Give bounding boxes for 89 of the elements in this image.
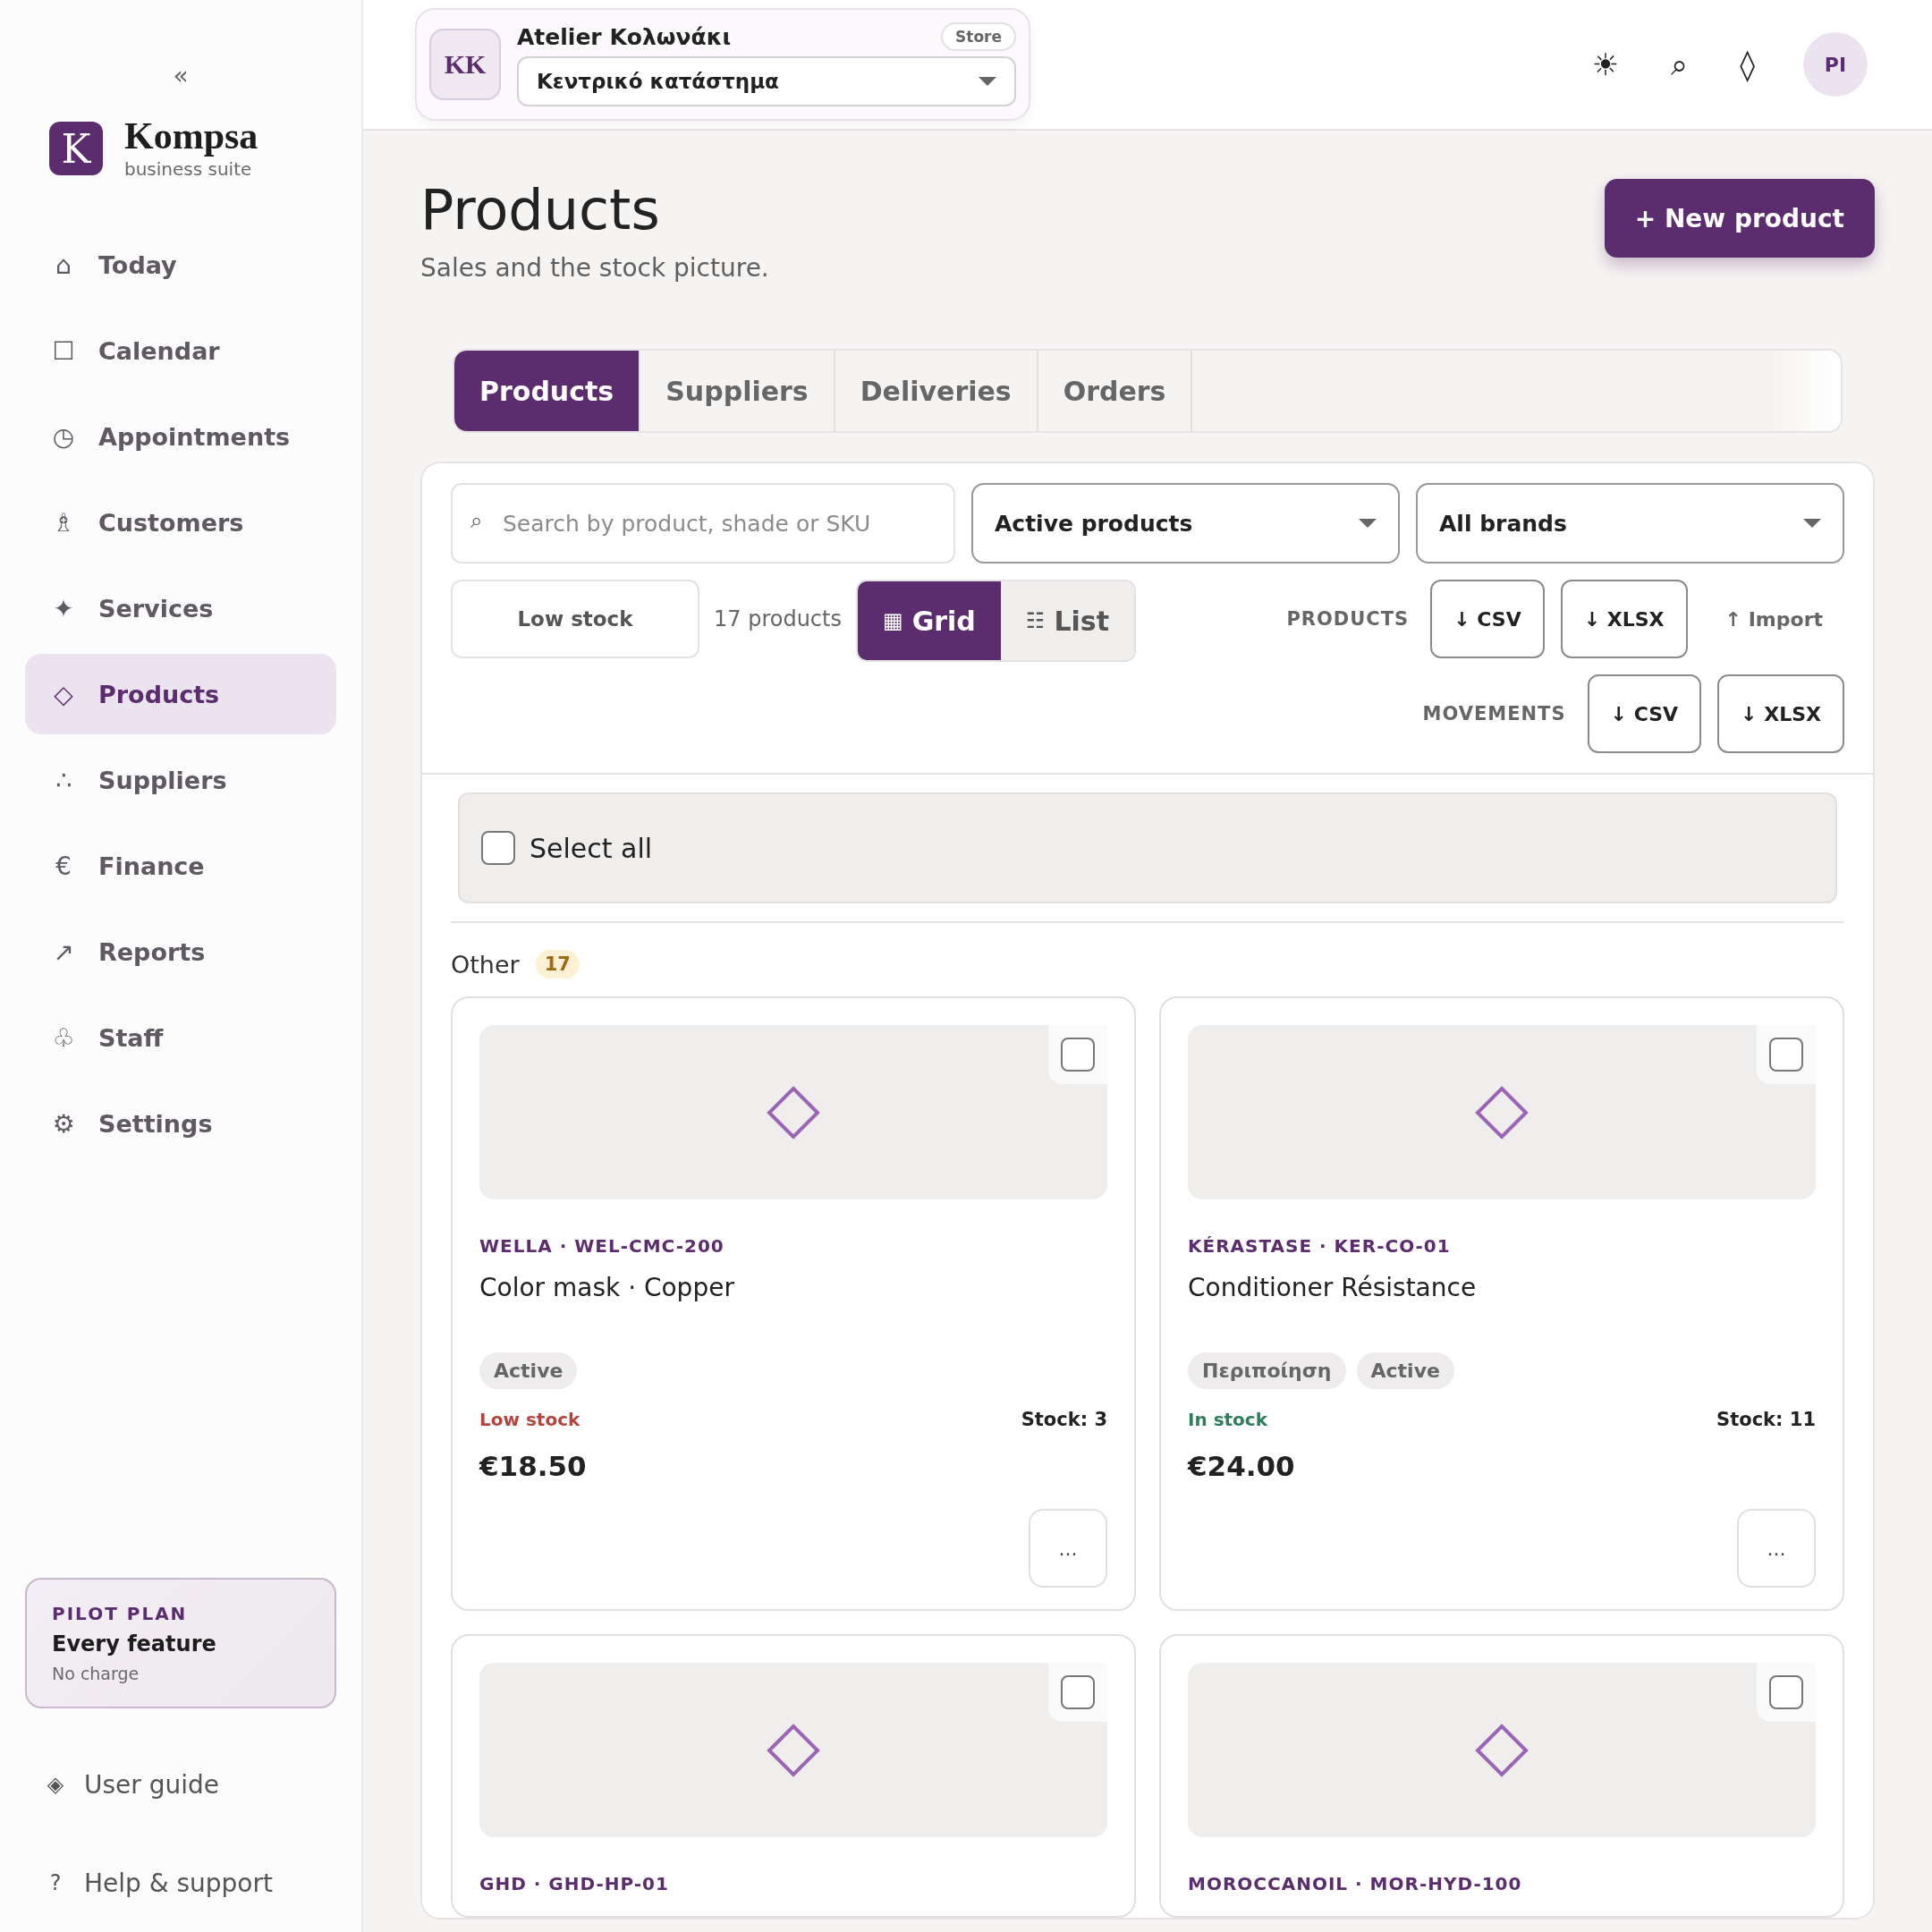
export-label: MOVEMENTS xyxy=(1422,703,1566,724)
nav-icon: ⚙ xyxy=(48,1108,79,1139)
product-count: 17 products xyxy=(714,606,842,633)
tab[interactable]: Products xyxy=(454,351,641,431)
diamond-icon xyxy=(767,1085,820,1140)
stock-status: Low stock xyxy=(479,1409,580,1430)
nav-icon: € xyxy=(48,851,79,881)
nav-icon: ☐ xyxy=(48,335,79,366)
nav-item[interactable]: ⚙ Settings xyxy=(25,1083,336,1164)
nav-icon: ∴ xyxy=(48,765,79,795)
filter-select[interactable]: Active products xyxy=(971,483,1400,564)
group-name: Other xyxy=(451,950,520,979)
export-button[interactable]: ↓ XLSX xyxy=(1717,674,1844,753)
nav-item[interactable]: ♧ Staff xyxy=(25,997,336,1078)
low-stock-button[interactable]: Low stock xyxy=(451,580,699,658)
filter-select[interactable]: All brands xyxy=(1416,483,1844,564)
nav-icon: ↗ xyxy=(48,936,79,967)
tag: Active xyxy=(1356,1352,1454,1389)
export-button[interactable]: ↓ CSV xyxy=(1430,580,1545,658)
plan-eyebrow: PILOT PLAN xyxy=(52,1603,189,1624)
page-subtitle: Sales and the stock picture. xyxy=(420,253,769,283)
nav-icon: ✦ xyxy=(48,593,79,623)
store-name: Atelier Κολωνάκι xyxy=(517,23,732,50)
brand-tagline: business suite xyxy=(124,158,253,180)
plan-title: Every feature xyxy=(52,1631,217,1657)
page-title: Products xyxy=(420,177,661,242)
view-toggle[interactable]: ▦ Grid xyxy=(858,581,1001,660)
plan-note: No charge xyxy=(52,1664,140,1683)
brand-name: Kompsa xyxy=(124,117,258,155)
tab[interactable]: Orders xyxy=(1038,351,1193,431)
location-select[interactable]: Κεντρικό κατάστημα xyxy=(517,56,1016,106)
link-icon: ◈ xyxy=(45,1772,66,1797)
select-all-bar[interactable]: Select all xyxy=(458,792,1837,903)
new-product-button[interactable]: + New product xyxy=(1604,179,1875,258)
link-icon: ? xyxy=(45,1870,66,1895)
brand-sku: WELLA · WEL-CMC-200 xyxy=(479,1235,725,1257)
stock-count: Stock: 3 xyxy=(1021,1409,1107,1430)
checkbox[interactable] xyxy=(1769,1675,1803,1709)
export-label: PRODUCTS xyxy=(1286,608,1410,630)
select-all-label: Select all xyxy=(530,832,653,864)
product-name: Color mask · Copper xyxy=(479,1273,735,1302)
price: €18.50 xyxy=(479,1450,588,1482)
tab[interactable]: Suppliers xyxy=(640,351,835,431)
nav-item[interactable]: € Finance xyxy=(25,826,336,906)
nav-item[interactable]: ♗ Customers xyxy=(25,482,336,563)
nav-item[interactable]: ∴ Suppliers xyxy=(25,740,336,820)
price: €24.00 xyxy=(1188,1450,1296,1482)
sidebar-link[interactable]: ? Help & support xyxy=(25,1834,336,1932)
nav-item[interactable]: ✦ Services xyxy=(25,568,336,648)
brand-sku: KÉRASTASE · KER-CO-01 xyxy=(1188,1235,1452,1257)
tab[interactable]: Deliveries xyxy=(835,351,1038,431)
diamond-icon xyxy=(1475,1723,1529,1777)
stock-status: In stock xyxy=(1188,1409,1267,1430)
view-toggle[interactable]: ☷ List xyxy=(1000,581,1134,660)
search-icon: ⌕ xyxy=(470,510,482,531)
more-button[interactable]: ... xyxy=(1737,1509,1816,1588)
nav-item[interactable]: ◇ Products xyxy=(25,654,336,734)
collapse-button[interactable]: « xyxy=(167,61,194,90)
store-avatar: KK xyxy=(429,29,501,100)
brand-sku: MOROCCANOIL · MOR-HYD-100 xyxy=(1188,1873,1523,1894)
tag: Active xyxy=(479,1352,578,1389)
nav-item[interactable]: ☐ Calendar xyxy=(25,310,336,391)
checkbox[interactable] xyxy=(1061,1038,1095,1072)
nav-icon: ⌂ xyxy=(48,250,79,280)
stock-count: Stock: 11 xyxy=(1716,1409,1816,1430)
nav-icon: ♧ xyxy=(48,1022,79,1053)
diamond-icon xyxy=(767,1723,820,1777)
logo-icon: K xyxy=(49,122,103,175)
brand-sku: GHD · GHD-HP-01 xyxy=(479,1873,670,1894)
nav-item[interactable]: ◷ Appointments xyxy=(25,396,336,477)
checkbox[interactable] xyxy=(1769,1038,1803,1072)
nav-icon: ◇ xyxy=(48,679,79,709)
user-avatar[interactable]: PI xyxy=(1803,32,1868,97)
nav-item[interactable]: ↗ Reports xyxy=(25,911,336,992)
import-button[interactable]: ↑ Import xyxy=(1703,580,1844,658)
sidebar-link[interactable]: ◈ User guide xyxy=(25,1735,336,1834)
product-name: Conditioner Résistance xyxy=(1188,1273,1478,1302)
export-button[interactable]: ↓ XLSX xyxy=(1560,580,1688,658)
tag: Περιποίηση xyxy=(1188,1352,1346,1389)
nav-icon: ♗ xyxy=(48,507,79,538)
diamond-icon xyxy=(1475,1085,1529,1140)
store-badge: Store xyxy=(941,22,1016,51)
group-count: 17 xyxy=(535,950,580,979)
checkbox[interactable] xyxy=(1061,1675,1095,1709)
more-button[interactable]: ... xyxy=(1029,1509,1107,1588)
nav-icon: ◷ xyxy=(48,421,79,452)
export-button[interactable]: ↓ CSV xyxy=(1587,674,1702,753)
nav-item[interactable]: ⌂ Today xyxy=(25,225,336,305)
checkbox[interactable] xyxy=(481,831,515,865)
